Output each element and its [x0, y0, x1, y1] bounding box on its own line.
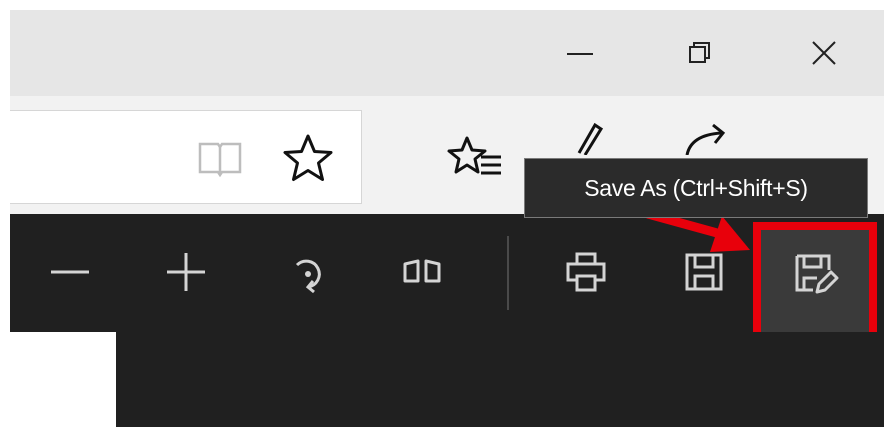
close-icon — [812, 41, 836, 65]
add-favorite-button[interactable] — [276, 128, 340, 188]
pen-icon — [577, 122, 604, 155]
zoom-out-button[interactable] — [32, 226, 108, 318]
book-icon — [198, 142, 242, 178]
zoom-out-icon — [51, 270, 89, 274]
tooltip: Save As (Ctrl+Shift+S) — [524, 158, 868, 218]
reading-view-button[interactable] — [190, 130, 250, 186]
zoom-in-button[interactable] — [148, 226, 224, 318]
document-page — [10, 332, 116, 427]
favorites-hub-button[interactable] — [440, 128, 510, 188]
highlight-box — [753, 222, 877, 346]
share-button[interactable] — [672, 120, 742, 156]
toolbar-divider — [507, 236, 509, 310]
minimize-button[interactable] — [520, 10, 640, 96]
two-page-view-button[interactable] — [384, 226, 460, 318]
zoom-in-icon — [167, 253, 205, 291]
restore-button[interactable] — [640, 10, 760, 96]
share-icon — [685, 123, 726, 155]
favorites-list-icon — [447, 136, 501, 175]
two-page-icon — [403, 259, 441, 283]
web-note-button[interactable] — [560, 120, 610, 156]
rotate-button[interactable] — [270, 226, 346, 318]
minimize-icon — [567, 53, 593, 55]
close-button[interactable] — [764, 10, 884, 96]
print-button[interactable] — [548, 226, 624, 318]
rotate-icon — [295, 259, 321, 294]
print-icon — [566, 252, 606, 292]
restore-icon — [689, 42, 710, 63]
star-icon — [283, 134, 333, 181]
document-area — [10, 332, 884, 427]
